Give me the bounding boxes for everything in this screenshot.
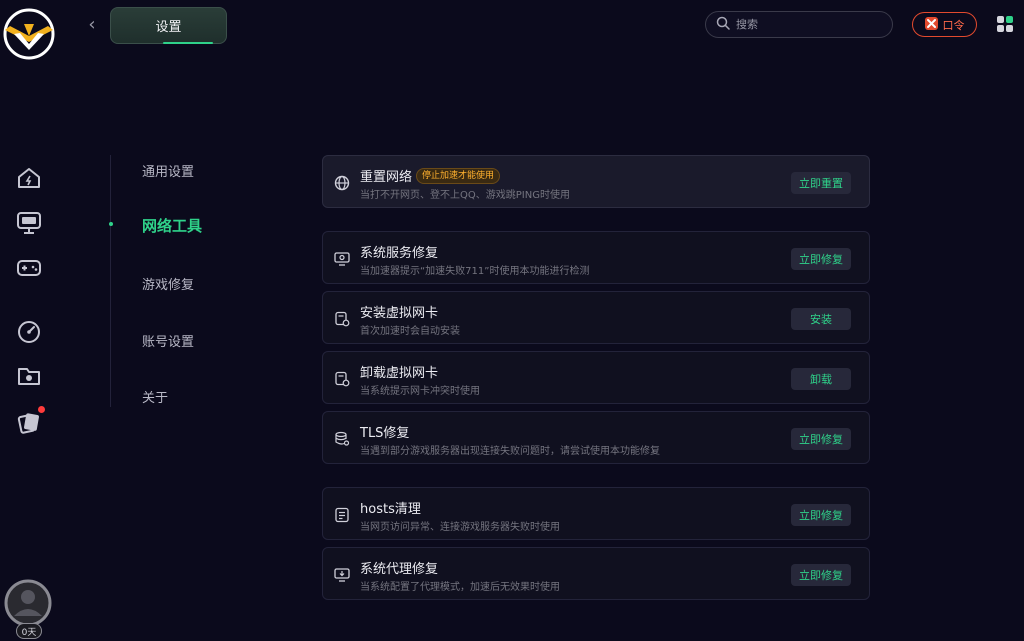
database-gear-icon xyxy=(334,431,350,447)
home-icon[interactable] xyxy=(15,164,43,192)
tab-settings-label: 设置 xyxy=(155,20,182,35)
card-install-virtual-nic: 安装虚拟网卡 首次加速时会自动安装 安装 xyxy=(322,291,870,344)
repair-now-button[interactable]: 立即修复 xyxy=(791,564,851,586)
folder-icon[interactable] xyxy=(15,362,43,390)
card-hosts-cleanup: hosts清理 当网页访问异常、连接游戏服务器失败时使用 立即修复 xyxy=(322,487,870,540)
gamepad-icon[interactable] xyxy=(15,254,43,282)
card-system-service-repair: 系统服务修复 当加速器提示“加速失败711”时使用本功能进行检测 立即修复 xyxy=(322,231,870,284)
card-description: 首次加速时会自动安装 xyxy=(360,326,460,337)
subnav-item-general[interactable]: 通用设置 xyxy=(142,161,194,180)
card-description: 当网页访问异常、连接游戏服务器失败时使用 xyxy=(360,522,560,533)
card-title: TLS修复 xyxy=(360,426,410,441)
monitor-icon[interactable] xyxy=(15,209,43,237)
user-days-badge: 0天 xyxy=(16,623,42,639)
subnav-item-account[interactable]: 账号设置 xyxy=(142,331,194,350)
notification-dot xyxy=(38,406,45,413)
apps-grid-icon[interactable] xyxy=(997,16,1013,32)
card-title: 系统服务修复 xyxy=(360,246,439,261)
search-input[interactable] xyxy=(736,18,876,31)
card-title: 安装虚拟网卡 xyxy=(360,306,439,321)
card-description: 当系统配置了代理模式，加速后无效果时使用 xyxy=(360,582,560,593)
card-title: 重置网络 停止加速才能使用 xyxy=(360,166,501,185)
warning-badge: 停止加速才能使用 xyxy=(416,167,501,184)
card-tls-repair: TLS修复 当遇到部分游戏服务器出现连接失败问题时，请尝试使用本功能修复 立即修… xyxy=(322,411,870,464)
card-description: 当系统提示网卡冲突时使用 xyxy=(360,386,480,397)
card-description: 当打不开网页、登不上QQ、游戏跳PING时使用 xyxy=(360,190,570,201)
kouling-icon xyxy=(924,16,938,33)
card-uninstall-virtual-nic: 卸载虚拟网卡 当系统提示网卡冲突时使用 卸载 xyxy=(322,351,870,404)
repair-now-button[interactable]: 立即修复 xyxy=(791,504,851,526)
tab-settings[interactable]: 设置 xyxy=(110,7,227,44)
monitor-gear-icon xyxy=(334,251,350,267)
back-button[interactable]: ‹ xyxy=(82,12,102,36)
document-icon xyxy=(334,507,350,523)
network-card-icon xyxy=(334,311,350,327)
monitor-proxy-icon xyxy=(334,567,350,583)
speed-icon[interactable] xyxy=(15,318,43,346)
subnav-item-network-tools[interactable]: 网络工具 xyxy=(142,215,202,236)
reset-now-button[interactable]: 立即重置 xyxy=(791,172,851,194)
repair-now-button[interactable]: 立即修复 xyxy=(791,248,851,270)
kouling-label: 口令 xyxy=(942,18,965,32)
search-icon xyxy=(716,15,730,34)
subnav-divider xyxy=(110,155,111,407)
card-reset-network: 重置网络 停止加速才能使用 当打不开网页、登不上QQ、游戏跳PING时使用 立即… xyxy=(322,155,870,208)
network-card-icon xyxy=(334,371,350,387)
install-button[interactable]: 安装 xyxy=(791,308,851,330)
repair-now-button[interactable]: 立即修复 xyxy=(791,428,851,450)
subnav-item-game-repair[interactable]: 游戏修复 xyxy=(142,274,194,293)
card-description: 当加速器提示“加速失败711”时使用本功能进行检测 xyxy=(360,266,590,277)
subnav-active-dot xyxy=(109,222,113,226)
card-title-text: 重置网络 xyxy=(360,170,413,185)
kouling-button[interactable]: 口令 xyxy=(912,12,977,37)
user-avatar[interactable]: 0天 xyxy=(3,578,53,641)
cards-icon[interactable] xyxy=(15,406,45,436)
card-system-proxy-repair: 系统代理修复 当系统配置了代理模式，加速后无效果时使用 立即修复 xyxy=(322,547,870,600)
subnav-item-about[interactable]: 关于 xyxy=(142,387,168,406)
tab-active-indicator xyxy=(163,42,213,44)
globe-icon xyxy=(334,175,350,191)
search-box[interactable] xyxy=(705,11,893,38)
card-title: hosts清理 xyxy=(360,502,421,517)
card-title: 卸载虚拟网卡 xyxy=(360,366,439,381)
uninstall-button[interactable]: 卸载 xyxy=(791,368,851,390)
app-logo-icon xyxy=(0,6,58,62)
card-description: 当遇到部分游戏服务器出现连接失败问题时，请尝试使用本功能修复 xyxy=(360,446,660,457)
card-title: 系统代理修复 xyxy=(360,562,439,577)
